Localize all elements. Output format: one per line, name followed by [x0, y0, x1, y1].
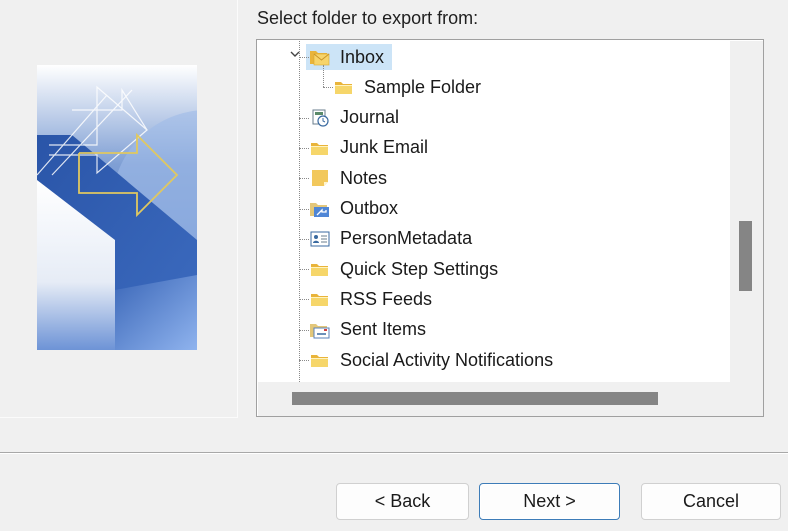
tree-connector-line	[299, 41, 300, 382]
cancel-button[interactable]: Cancel	[641, 483, 781, 520]
tree-connector-line	[299, 57, 309, 58]
tree-connector-line	[299, 208, 309, 210]
folder-tree[interactable]: Inbox Sample Folder Journal Junk Email Notes…	[256, 39, 764, 417]
tree-connector-line	[299, 360, 309, 361]
tree-item-sent-items[interactable]: Sent Items	[299, 316, 429, 344]
folder-icon	[333, 77, 355, 97]
tree-item-inbox[interactable]: Inbox	[290, 43, 393, 71]
folder-icon	[309, 138, 331, 158]
tree-connector-line	[299, 117, 309, 119]
tree-item-label: PersonMetadata	[340, 228, 473, 249]
tree-item-label: Sample Folder	[364, 76, 482, 97]
tree-item-label: Social Activity Notifications	[340, 349, 554, 370]
tree-item-quick-step-settings[interactable]: Quick Step Settings	[299, 255, 501, 283]
tree-item-label: Inbox	[340, 46, 385, 67]
next-button[interactable]: Next >	[479, 483, 620, 520]
sent-folder-icon	[309, 320, 331, 340]
tree-item-personmetadata[interactable]: PersonMetadata	[299, 225, 475, 253]
journal-icon	[309, 108, 331, 128]
chevron-down-icon[interactable]	[290, 46, 300, 62]
tree-item-social-activity-notifications[interactable]: Social Activity Notifications	[299, 346, 556, 374]
tree-item-rss-feeds[interactable]: RSS Feeds	[299, 285, 435, 313]
tree-connector-line	[299, 329, 309, 331]
tree-item-label: Junk Email	[340, 137, 429, 158]
tree-connector-line	[299, 147, 309, 149]
tree-connector-line	[323, 65, 324, 88]
tree-item-label: Outbox	[340, 198, 399, 218]
tree-item-junk-email[interactable]: Junk Email	[299, 134, 431, 162]
tree-connector-line	[323, 87, 333, 89]
inbox-folder-icon	[309, 47, 331, 67]
export-prompt-label: Select folder to export from:	[257, 8, 479, 28]
tree-item-notes[interactable]: Notes	[299, 164, 390, 192]
back-button[interactable]: < Back	[336, 483, 469, 520]
folder-icon	[309, 289, 331, 309]
tree-connector-line	[299, 269, 309, 271]
tree-item-label: Notes	[340, 167, 388, 188]
folder-icon	[309, 350, 331, 370]
folder-tree-viewport: Inbox Sample Folder Journal Junk Email Notes…	[258, 41, 730, 382]
tree-item-label: Journal	[340, 107, 400, 128]
tree-connector-line	[299, 238, 309, 240]
tree-connector-line	[299, 299, 309, 301]
tree-item-sample-folder[interactable]: Sample Folder	[323, 65, 484, 101]
notes-icon	[309, 168, 331, 188]
folder-icon	[309, 259, 331, 279]
wizard-banner-image	[37, 65, 197, 350]
button-separator	[0, 452, 788, 454]
tree-item-label: RSS Feeds	[340, 288, 433, 309]
outbox-folder-icon	[309, 199, 331, 219]
vertical-scrollbar-thumb[interactable]	[739, 221, 752, 291]
contact-card-icon	[309, 229, 331, 249]
tree-item-label: Sent Items	[340, 319, 427, 340]
horizontal-scrollbar-thumb[interactable]	[292, 392, 658, 405]
tree-item-journal[interactable]: Journal	[299, 104, 402, 132]
wizard-side-panel	[0, 0, 238, 418]
tree-item-outbox[interactable]: Outbox	[299, 195, 401, 223]
tree-item-label: Quick Step Settings	[340, 258, 499, 279]
tree-connector-line	[299, 178, 309, 180]
